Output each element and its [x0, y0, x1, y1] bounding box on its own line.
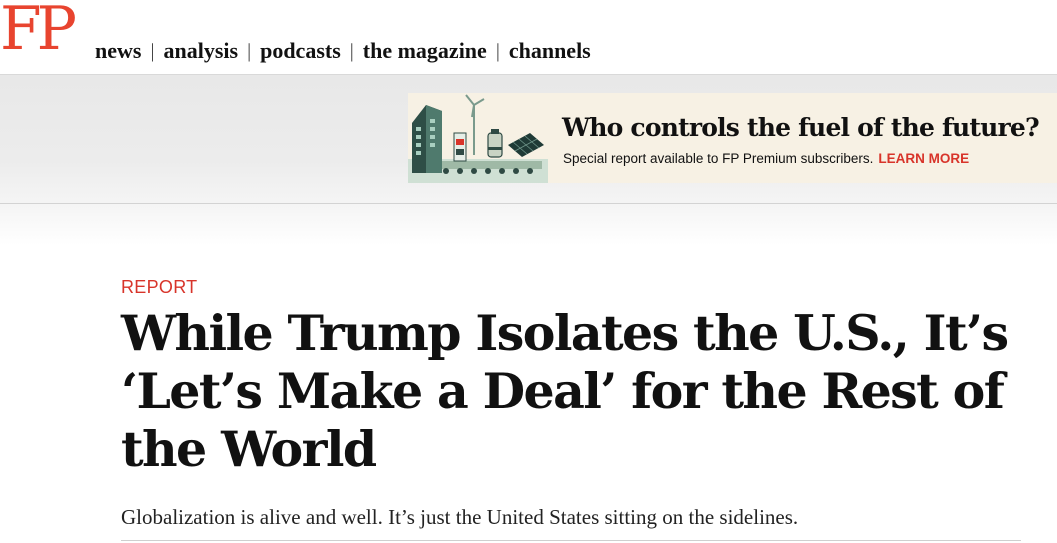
nav-separator: |: [349, 39, 354, 62]
site-header: FP news | analysis | podcasts | the maga…: [0, 0, 1057, 75]
learn-more-link[interactable]: LEARN MORE: [878, 151, 969, 166]
nav-analysis[interactable]: analysis: [163, 38, 238, 64]
ad-subtitle-text: Special report available to FP Premium s…: [563, 151, 874, 166]
energy-illustration-icon: [408, 93, 548, 183]
nav-podcasts[interactable]: podcasts: [260, 38, 341, 64]
nav-separator: |: [150, 39, 155, 62]
nav-separator: |: [247, 39, 252, 62]
nav-separator: |: [495, 39, 500, 62]
main-nav: news | analysis | podcasts | the magazin…: [95, 38, 591, 64]
ad-banner[interactable]: Who controls the fuel of the future? Spe…: [408, 93, 1057, 183]
ad-title[interactable]: Who controls the fuel of the future?: [562, 113, 1040, 142]
band-divider: [0, 203, 1057, 204]
nav-the-magazine[interactable]: the magazine: [363, 38, 487, 64]
nav-news[interactable]: news: [95, 38, 141, 64]
ad-subtitle: Special report available to FP Premium s…: [563, 151, 969, 166]
article-headline: While Trump Isolates the U.S., It’s ‘Let…: [121, 304, 1009, 478]
nav-channels[interactable]: channels: [509, 38, 591, 64]
dek-divider: [121, 540, 1021, 541]
fp-logo[interactable]: FP: [0, 0, 77, 62]
article-dek: Globalization is alive and well. It’s ju…: [121, 505, 799, 529]
article-kicker[interactable]: REPORT: [121, 277, 197, 298]
